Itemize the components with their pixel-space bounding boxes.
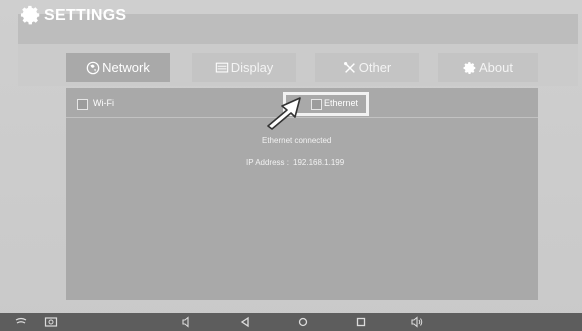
tab-display[interactable]: Display xyxy=(192,53,296,82)
connection-status: Ethernet connected xyxy=(262,136,332,145)
home-icon[interactable] xyxy=(296,316,310,328)
ip-address-row: IP Address : 192.168.1.199 xyxy=(246,158,348,167)
screenshot-icon[interactable] xyxy=(44,316,58,328)
volume-up-icon[interactable] xyxy=(410,316,424,328)
wifi-checkbox[interactable] xyxy=(77,99,88,110)
tab-label: Network xyxy=(102,60,150,75)
back-icon[interactable] xyxy=(238,316,252,328)
ethernet-label: Ethernet xyxy=(324,98,359,108)
wifi-label: Wi-Fi xyxy=(93,98,114,108)
tab-label: Other xyxy=(358,60,392,75)
ethernet-checkbox[interactable] xyxy=(311,99,322,110)
system-nav-bar xyxy=(0,313,582,331)
display-icon xyxy=(215,62,228,72)
tab-other[interactable]: Other xyxy=(315,53,419,82)
ip-address-label: IP Address : xyxy=(246,158,289,167)
tab-label: Display xyxy=(230,60,274,75)
signal-icon xyxy=(15,317,27,324)
tab-network[interactable]: Network xyxy=(66,53,170,82)
volume-down-icon[interactable] xyxy=(180,316,194,328)
pointer-cursor-icon xyxy=(267,97,301,130)
page-title: SETTINGS xyxy=(44,7,127,24)
ip-address-value: 192.168.1.199 xyxy=(293,158,345,167)
tab-label: About xyxy=(479,60,513,75)
tools-icon xyxy=(343,61,355,73)
gear-icon xyxy=(20,5,40,25)
gear-icon xyxy=(463,61,476,74)
recents-icon[interactable] xyxy=(354,316,368,328)
network-panel xyxy=(66,88,538,300)
globe-icon xyxy=(86,61,100,74)
tab-about[interactable]: About xyxy=(438,53,538,82)
